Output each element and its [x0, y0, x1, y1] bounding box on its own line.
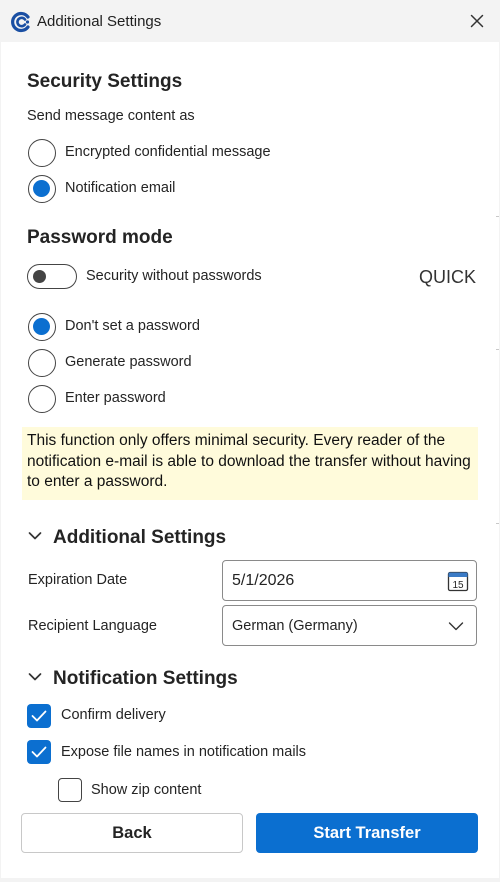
show-zip-content-checkbox[interactable] [58, 778, 82, 802]
radio-encrypted-message[interactable] [28, 139, 56, 167]
recipient-language-label: Recipient Language [28, 618, 157, 634]
dialog-window: Additional Settings Security Settings Se… [0, 0, 500, 882]
radio-encrypted-message-label[interactable]: Encrypted confidential message [65, 144, 271, 160]
radio-enter-password-label[interactable]: Enter password [65, 390, 166, 406]
quick-badge: QUICK [419, 267, 477, 287]
additional-settings-heading[interactable]: Additional Settings [53, 527, 226, 549]
radio-generate-password[interactable] [28, 349, 56, 377]
expose-file-names-label[interactable]: Expose file names in notification mails [61, 744, 306, 760]
title-bar: Additional Settings [0, 0, 500, 42]
expiration-date-value: 5/1/2026 [232, 572, 295, 589]
close-icon [470, 14, 484, 28]
app-logo-icon [10, 11, 32, 33]
security-warning-box: This function only offers minimal securi… [22, 427, 478, 500]
checkmark-icon [31, 746, 47, 758]
radio-notification-email[interactable] [28, 175, 56, 203]
expiration-date-field[interactable]: 5/1/2026 15 [222, 560, 477, 601]
show-zip-content-label[interactable]: Show zip content [91, 782, 201, 798]
divider [496, 523, 499, 524]
chevron-down-icon[interactable] [27, 528, 43, 544]
window-title: Additional Settings [37, 13, 162, 30]
back-button[interactable]: Back [21, 813, 243, 853]
calendar-day: 15 [452, 580, 464, 591]
divider [496, 216, 499, 217]
notification-settings-heading[interactable]: Notification Settings [53, 668, 238, 690]
toggle-label: Security without passwords [86, 268, 262, 284]
chevron-down-icon [448, 622, 464, 631]
send-content-label: Send message content as [27, 108, 195, 124]
password-mode-heading: Password mode [27, 227, 173, 248]
confirm-delivery-label[interactable]: Confirm delivery [61, 707, 166, 723]
radio-generate-password-label[interactable]: Generate password [65, 354, 192, 370]
security-settings-heading: Security Settings [27, 71, 183, 92]
recipient-language-value: German (Germany) [232, 618, 358, 634]
radio-notification-email-label[interactable]: Notification email [65, 180, 175, 196]
checkmark-icon [31, 710, 47, 722]
radio-no-password-label[interactable]: Don't set a password [65, 318, 200, 334]
close-button[interactable] [464, 8, 490, 34]
radio-enter-password[interactable] [28, 385, 56, 413]
expiration-date-label: Expiration Date [28, 572, 128, 588]
recipient-language-select[interactable]: German (Germany) [222, 605, 477, 646]
confirm-delivery-checkbox[interactable] [27, 704, 51, 728]
divider [496, 349, 499, 350]
chevron-down-icon[interactable] [27, 669, 43, 685]
radio-no-password[interactable] [28, 313, 56, 341]
start-transfer-button[interactable]: Start Transfer [256, 813, 478, 853]
calendar-icon[interactable]: 15 [447, 570, 469, 592]
security-without-passwords-toggle[interactable] [27, 264, 77, 289]
expose-file-names-checkbox[interactable] [27, 740, 51, 764]
